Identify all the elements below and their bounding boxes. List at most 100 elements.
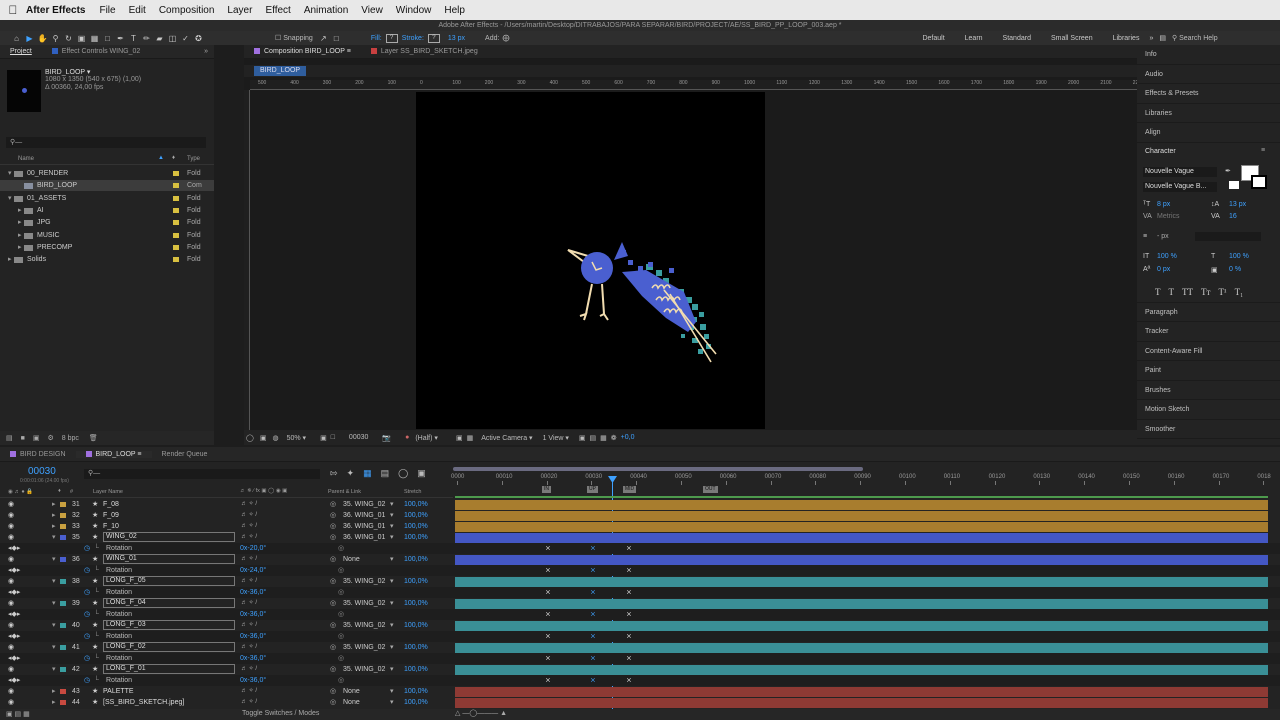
project-item[interactable]: ▸ AI Fold — [0, 205, 214, 216]
layer-name[interactable]: F_10 — [103, 521, 119, 532]
item-name[interactable]: BIRD_LOOP ▾ — [45, 68, 90, 76]
label-color-swatch[interactable] — [173, 183, 179, 189]
work-area-bar[interactable] — [455, 496, 1268, 498]
camera-select[interactable]: Active Camera ▾ — [481, 434, 532, 442]
keyframe-icon[interactable]: ⨯ — [626, 675, 632, 686]
bit-depth[interactable]: 8 bpc — [62, 435, 79, 442]
property-value[interactable]: 0x-36,0° — [240, 587, 266, 598]
rectangle-tool-icon[interactable]: □ — [101, 34, 114, 43]
stroke-swatch[interactable]: ? — [427, 33, 440, 43]
stretch-value[interactable]: 100,0% — [404, 620, 428, 631]
keyframe-icon[interactable]: ⨯ — [626, 631, 632, 642]
parent-select[interactable]: 36. WING_01 — [343, 510, 397, 521]
layer-duration-bar[interactable] — [455, 499, 1268, 510]
expand-triangle-icon[interactable]: ▸ — [52, 510, 56, 521]
layer-duration-bar[interactable] — [455, 521, 1268, 532]
panel-brushes[interactable]: Brushes — [1137, 381, 1280, 400]
property-row[interactable]: ◂◆▸ ◷ └ Rotation 0x-36,0° ◎ ⨯ ⨯ ⨯ — [0, 653, 1280, 664]
view-layout-select[interactable]: 1 View ▾ — [543, 434, 569, 442]
layer-row[interactable]: ◉ ▾ 36 ★ WING_01 ♬ ✧ / ◎ None ▾ 100,0% — [0, 554, 1280, 565]
keyframe-icon[interactable]: ⨯ — [545, 675, 551, 686]
layer-row[interactable]: ◉ ▸ 43 ★ PALETTE ♬ ✧ / ◎ None ▾ 100,0% — [0, 686, 1280, 697]
project-item[interactable]: ▸ Solids Fold — [0, 254, 214, 265]
eye-icon[interactable]: ◉ — [8, 554, 14, 565]
panel-menu-icon[interactable]: ≡ — [1261, 147, 1265, 154]
label-color-swatch[interactable] — [60, 623, 66, 628]
layer-switches-icons[interactable]: ♬ ✧ / — [241, 642, 257, 653]
parent-select[interactable]: 35. WING_02 — [343, 576, 397, 587]
expand-triangle-icon[interactable]: ▾ — [52, 642, 56, 653]
stroke-color-swatch[interactable] — [1251, 174, 1267, 189]
layer-duration-bar[interactable] — [455, 686, 1268, 697]
expand-triangle-icon[interactable]: ▸ — [52, 521, 56, 532]
project-item[interactable]: ▾ 01_ASSETS Fold — [0, 193, 214, 204]
stroke-fill-swatch[interactable] — [1229, 180, 1239, 189]
stopwatch-icon[interactable]: ◷ — [84, 587, 90, 598]
workspace-standard[interactable]: Standard — [1003, 35, 1031, 42]
layer-name[interactable]: LONG_F_04 — [103, 598, 235, 608]
rotate-tool-icon[interactable]: ↻ — [62, 34, 75, 43]
parent-select[interactable]: 35. WING_02 — [343, 499, 397, 510]
parent-pickwhip-icon[interactable]: ◎ — [330, 521, 336, 532]
comp-marker[interactable]: OUT — [703, 486, 718, 493]
layer-row[interactable]: ◉ ▾ 41 ★ LONG_F_02 ♬ ✧ / ◎ 35. WING_02 ▾ 100,0% — [0, 642, 1280, 653]
home-icon[interactable]: ⌂ — [10, 34, 23, 43]
label-color-swatch[interactable] — [173, 220, 179, 226]
property-row[interactable]: ◂◆▸ ◷ └ Rotation 0x-24,0° ◎ ⨯ ⨯ ⨯ — [0, 565, 1280, 576]
expand-triangle-icon[interactable]: ▾ — [52, 554, 56, 565]
vertical-scale-value[interactable]: 100 % — [1157, 253, 1177, 260]
layer-row[interactable]: ◉ ▸ 33 ★ F_10 ♬ ✧ / ◎ 36. WING_01 ▾ 100,0% — [0, 521, 1280, 532]
expand-triangle-icon[interactable]: ▾ — [52, 532, 56, 543]
layer-duration-bar[interactable] — [455, 697, 1268, 708]
keyframe-icon[interactable]: ⨯ — [626, 653, 632, 664]
keyframe-navigator-icon[interactable]: ◂◆▸ — [8, 653, 20, 664]
layer-name[interactable]: LONG_F_03 — [103, 620, 235, 630]
snap-options-icon[interactable]: □ — [330, 34, 343, 43]
parent-pickwhip-icon[interactable]: ◎ — [330, 697, 336, 708]
always-preview-icon[interactable]: ◯ — [246, 434, 254, 442]
layer-name[interactable]: F_08 — [103, 499, 119, 510]
type-tool-icon[interactable]: T — [127, 34, 140, 43]
expand-triangle-icon[interactable]: ▾ — [52, 598, 56, 609]
fill-swatch[interactable]: ? — [385, 33, 398, 43]
property-row[interactable]: ◂◆▸ ◷ └ Rotation 0x-36,0° ◎ ⨯ ⨯ ⨯ — [0, 675, 1280, 686]
parent-select[interactable]: 35. WING_02 — [343, 664, 397, 675]
project-item[interactable]: ▸ JPG Fold — [0, 217, 214, 228]
keyframe-icon[interactable]: ⨯ — [626, 609, 632, 620]
graph-editor-icon[interactable]: ▣ — [417, 468, 426, 479]
layer-row[interactable]: ◉ ▸ 44 ★ [SS_BIRD_SKETCH.jpeg] ♬ ✧ / ◎ None ▾ 100… — [0, 697, 1280, 708]
disclosure-triangle-icon[interactable]: ▸ — [18, 205, 22, 216]
expand-triangle-icon[interactable]: ▸ — [52, 499, 56, 510]
reset-exposure-icon[interactable]: ❁ — [611, 434, 617, 442]
parent-select[interactable]: None — [343, 697, 397, 708]
layer-duration-bar[interactable] — [455, 598, 1268, 609]
panel-paint[interactable]: Paint — [1137, 361, 1280, 381]
frame-blending-icon[interactable]: ▤ — [381, 468, 390, 479]
project-item[interactable]: ▸ PRECOMP Fold — [0, 242, 214, 253]
parent-select[interactable]: 36. WING_01 — [343, 521, 397, 532]
brush-tool-icon[interactable]: ✏ — [140, 34, 153, 43]
label-color-swatch[interactable] — [60, 601, 66, 606]
tab-render-queue[interactable]: Render Queue — [152, 451, 218, 458]
panel-effects-presets[interactable]: Effects & Presets — [1137, 84, 1280, 104]
snapping-toggle[interactable]: ☐ Snapping — [275, 34, 313, 42]
layer-duration-bar[interactable] — [455, 664, 1268, 675]
panel-tracker[interactable]: Tracker — [1137, 322, 1280, 342]
pan-behind-tool-icon[interactable]: ▦ — [88, 34, 101, 43]
fast-preview-icon[interactable]: ▣ — [456, 434, 463, 442]
app-menu[interactable]: After Effects — [26, 5, 85, 16]
stretch-value[interactable]: 100,0% — [404, 554, 428, 565]
property-row[interactable]: ◂◆▸ ◷ └ Rotation 0x-20,0° ◎ ⨯ ⨯ ⨯ — [0, 543, 1280, 554]
snapshot-icon[interactable]: 📷 — [382, 434, 391, 442]
property-value[interactable]: 0x-36,0° — [240, 609, 266, 620]
panel-info[interactable]: Info — [1137, 45, 1280, 65]
layer-row[interactable]: ◉ ▾ 35 ★ WING_02 ♬ ✧ / ◎ 36. WING_01 ▾ 100,0% — [0, 532, 1280, 543]
keyframe-icon[interactable]: ⨯ — [545, 631, 551, 642]
project-item[interactable]: ▸ MUSIC Fold — [0, 230, 214, 241]
expression-pickwhip-icon[interactable]: ◎ — [338, 543, 344, 554]
menu-composition[interactable]: Composition — [159, 5, 215, 16]
search-help[interactable]: ⚲ Search Help — [1172, 34, 1280, 42]
current-time[interactable]: 00030 — [349, 434, 368, 441]
parent-pickwhip-icon[interactable]: ◎ — [330, 686, 336, 697]
magnification-icon[interactable]: ◍ — [272, 434, 278, 442]
